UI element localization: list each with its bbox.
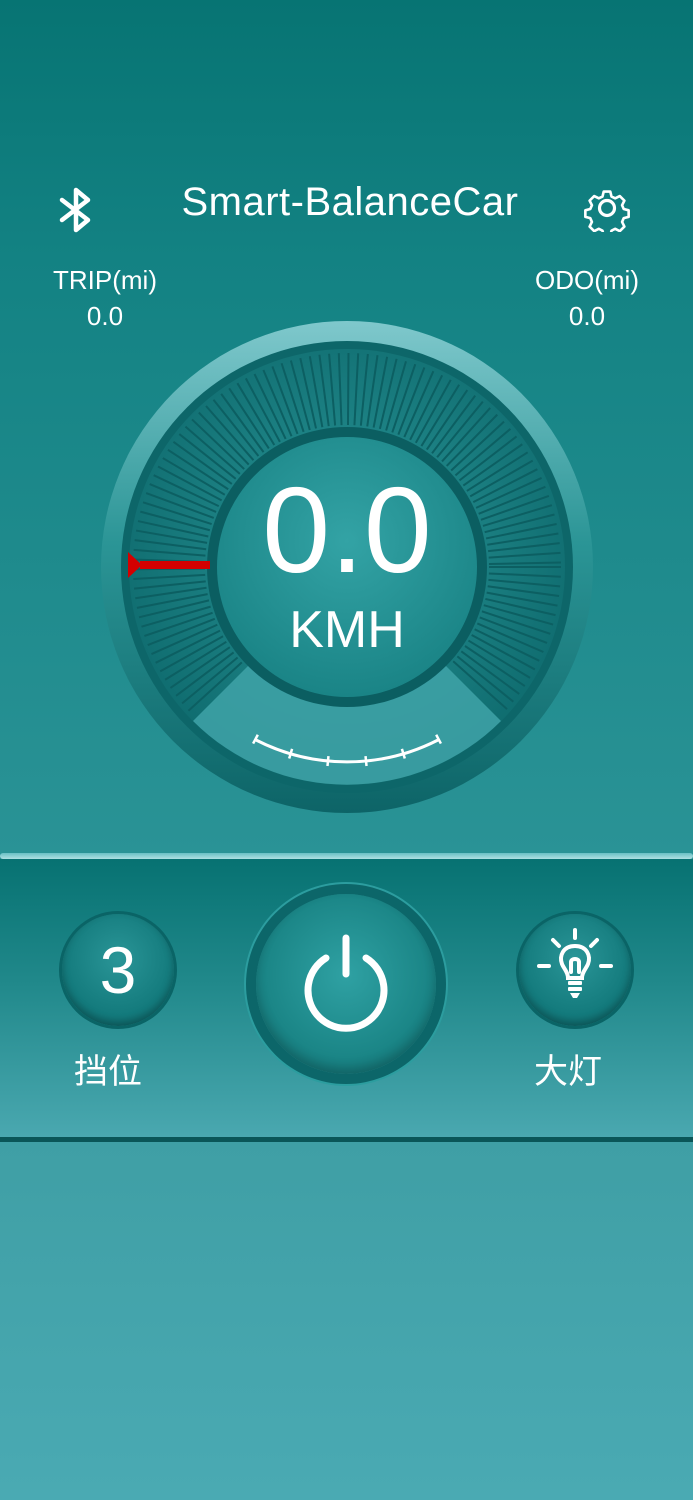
speed-unit: KMH: [289, 601, 405, 659]
trip-label: TRIP(mi): [53, 265, 157, 295]
light-bulb-icon: [537, 928, 613, 998]
gear-value: 3: [99, 933, 137, 1007]
headlight-label: 大灯: [534, 1053, 602, 1091]
gear-label: 挡位: [74, 1053, 142, 1091]
scale-mark: [364, 755, 368, 767]
bluetooth-icon[interactable]: [54, 186, 98, 234]
bottom-panel: [0, 1142, 693, 1500]
dial-tick: [346, 352, 350, 426]
app-title: Smart-BalanceCar: [181, 180, 519, 224]
gear-icon[interactable]: [583, 184, 631, 232]
speed-readout: 0.0: [262, 462, 432, 598]
power-icon: [304, 934, 388, 1032]
scale-mark: [326, 755, 330, 767]
odo-label: ODO(mi): [535, 265, 639, 295]
